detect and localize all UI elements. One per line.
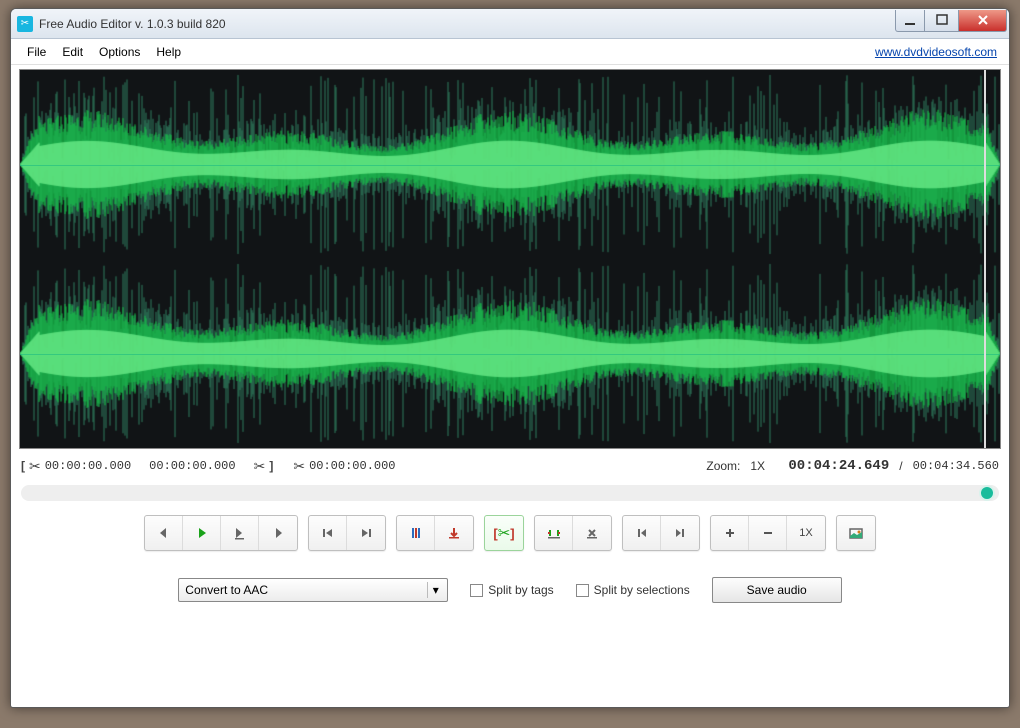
app-window: ✂ Free Audio Editor v. 1.0.3 build 820 F… (10, 8, 1010, 708)
save-audio-label: Save audio (747, 583, 807, 597)
delete-selection-button[interactable] (573, 516, 611, 550)
toolbar: [✂] 1X (144, 515, 876, 551)
selection-start-time: 00:00:00.000 (45, 459, 131, 473)
save-audio-button[interactable]: Save audio (712, 577, 842, 603)
scrollbar-thumb[interactable] (981, 487, 993, 499)
split-by-tags-checkbox[interactable]: Split by tags (470, 583, 553, 597)
split-by-selections-label: Split by selections (594, 583, 690, 597)
website-link[interactable]: www.dvdvideosoft.com (875, 45, 1001, 59)
checkbox-box-icon (470, 584, 483, 597)
maximize-button[interactable] (925, 10, 959, 32)
time-info-bar: [ ✂ 00:00:00.000 00:00:00.000 ✂] ✂ 00:00:… (19, 449, 1001, 477)
play-button[interactable] (183, 516, 221, 550)
selection-end-bracket-icon: ] (269, 459, 273, 473)
cut-selection-button[interactable]: [✂] (485, 516, 523, 550)
menubar: File Edit Options Help www.dvdvideosoft.… (11, 39, 1009, 65)
minimize-button[interactable] (895, 10, 925, 32)
waveform-display[interactable] (19, 69, 1001, 449)
scissors-icon: ✂ (293, 458, 305, 475)
scissors-icon: ✂ (29, 458, 41, 475)
zoom-level-button[interactable]: 1X (787, 516, 825, 550)
titlebar[interactable]: ✂ Free Audio Editor v. 1.0.3 build 820 (11, 9, 1009, 39)
go-to-start-button[interactable] (309, 516, 347, 550)
zoom-label: Zoom: (706, 459, 740, 473)
skip-forward-button[interactable] (259, 516, 297, 550)
scissors-icon: ✂ (254, 458, 266, 475)
menu-options[interactable]: Options (91, 42, 148, 62)
time-separator: / (899, 459, 902, 473)
screenshot-button[interactable] (837, 516, 875, 550)
window-controls (895, 10, 1007, 32)
playhead-cursor[interactable] (984, 70, 986, 448)
go-to-end-button[interactable] (347, 516, 385, 550)
cut-position-time: 00:00:00.000 (309, 459, 395, 473)
set-marker-down-button[interactable] (435, 516, 473, 550)
zoom-value: 1X (750, 459, 765, 473)
waveform-scrollbar[interactable] (21, 485, 999, 501)
menu-help[interactable]: Help (148, 42, 189, 62)
menu-edit[interactable]: Edit (54, 42, 91, 62)
selection-end-button[interactable] (661, 516, 699, 550)
total-duration: 00:04:34.560 (913, 459, 999, 473)
current-position: 00:04:24.649 (788, 458, 889, 474)
menu-file[interactable]: File (19, 42, 54, 62)
dropdown-caret-icon: ▾ (427, 582, 443, 598)
skip-back-button[interactable] (145, 516, 183, 550)
trim-outside-button[interactable] (535, 516, 573, 550)
selection-start-bracket-icon: [ (21, 459, 25, 473)
zoom-in-button[interactable] (711, 516, 749, 550)
convert-format-dropdown[interactable]: Convert to AAC ▾ (178, 578, 448, 602)
app-icon: ✂ (17, 16, 33, 32)
add-marker-button[interactable] (397, 516, 435, 550)
selection-start-button[interactable] (623, 516, 661, 550)
checkbox-box-icon (576, 584, 589, 597)
bottom-bar: Convert to AAC ▾ Split by tags Split by … (178, 577, 841, 603)
selection-end-time: 00:00:00.000 (149, 459, 235, 473)
close-button[interactable] (959, 10, 1007, 32)
window-title: Free Audio Editor v. 1.0.3 build 820 (39, 17, 226, 31)
split-by-tags-label: Split by tags (488, 583, 553, 597)
split-by-selections-checkbox[interactable]: Split by selections (576, 583, 690, 597)
zoom-out-button[interactable] (749, 516, 787, 550)
play-selection-button[interactable] (221, 516, 259, 550)
convert-format-value: Convert to AAC (185, 583, 268, 597)
